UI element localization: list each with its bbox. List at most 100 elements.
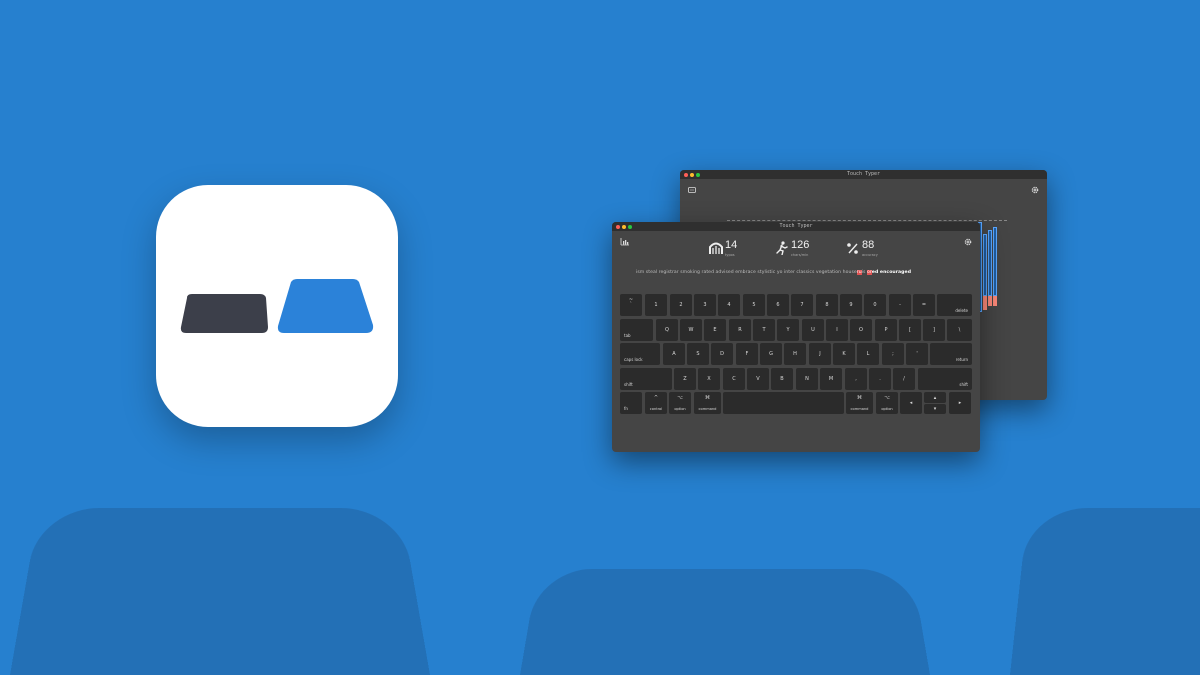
key-label: . <box>879 376 881 382</box>
key[interactable]: D <box>711 343 733 365</box>
key-label: D <box>720 351 724 357</box>
chart-bars <box>978 220 1008 315</box>
key[interactable]: , <box>845 368 867 390</box>
key-label: 9 <box>849 302 853 308</box>
key[interactable]: O <box>850 319 872 341</box>
key[interactable]: W <box>680 319 702 341</box>
background-shape-center <box>520 568 930 675</box>
key-label: ; <box>892 351 894 357</box>
key[interactable]: = <box>913 294 935 316</box>
gear-icon[interactable] <box>964 238 972 246</box>
key[interactable]: K <box>833 343 855 365</box>
key[interactable]: return <box>930 343 972 365</box>
key[interactable]: 4 <box>718 294 740 316</box>
key[interactable]: B <box>771 368 793 390</box>
key-label: ' <box>916 351 918 357</box>
key[interactable] <box>723 392 844 414</box>
key[interactable]: 7 <box>791 294 813 316</box>
key[interactable]: 8 <box>816 294 838 316</box>
key[interactable]: A <box>663 343 685 365</box>
key-label: 7 <box>800 302 804 308</box>
typos-label: typos <box>725 253 735 257</box>
key[interactable]: H <box>784 343 806 365</box>
key[interactable]: ] <box>923 319 945 341</box>
key[interactable]: tab <box>620 319 653 341</box>
gear-icon[interactable] <box>1031 186 1039 194</box>
key[interactable]: 1 <box>645 294 667 316</box>
key[interactable]: U <box>802 319 824 341</box>
key[interactable]: ^ control <box>645 392 667 414</box>
typos-icon <box>709 242 723 254</box>
key[interactable]: 9 <box>840 294 862 316</box>
key-label: P <box>884 327 888 333</box>
key[interactable]: Z <box>674 368 696 390</box>
key[interactable]: ⌘ command <box>694 392 721 414</box>
key[interactable]: G <box>760 343 782 365</box>
key[interactable]: ▾ <box>924 404 946 414</box>
key-label: N <box>805 376 809 382</box>
key[interactable]: ⌥ option <box>669 392 691 414</box>
key-label: 0 <box>873 302 877 308</box>
key[interactable]: 3 <box>694 294 716 316</box>
key[interactable]: ' <box>906 343 928 365</box>
key[interactable]: X <box>698 368 720 390</box>
keyboard-icon[interactable] <box>688 187 696 193</box>
key-label: - <box>899 302 901 308</box>
key-label: A <box>672 351 676 357</box>
key[interactable]: M <box>820 368 842 390</box>
key[interactable]: \ <box>947 319 972 341</box>
key[interactable]: / <box>893 368 915 390</box>
key[interactable]: ▸ <box>949 392 971 414</box>
key[interactable]: C <box>723 368 745 390</box>
key[interactable]: [ <box>899 319 921 341</box>
background-shape-right <box>1010 507 1200 675</box>
key[interactable]: ◂ <box>900 392 922 414</box>
key[interactable]: J <box>809 343 831 365</box>
key[interactable]: 6 <box>767 294 789 316</box>
key-label: , <box>855 376 857 382</box>
key[interactable]: 0 <box>864 294 886 316</box>
upcoming-words: ed encouraged <box>871 270 912 275</box>
key-label: ▸ <box>958 400 962 406</box>
key-label: J <box>819 351 821 357</box>
key[interactable]: F <box>736 343 758 365</box>
key[interactable]: L <box>857 343 879 365</box>
key[interactable]: ~ ` <box>620 294 642 316</box>
key[interactable]: I <box>826 319 848 341</box>
key[interactable]: Q <box>656 319 678 341</box>
key[interactable]: delete <box>937 294 972 316</box>
speed-value: 126 <box>791 239 810 251</box>
key[interactable]: fn <box>620 392 642 414</box>
key[interactable]: V <box>747 368 769 390</box>
chart-bar-error <box>988 296 992 306</box>
key[interactable]: ⌥ option <box>876 392 898 414</box>
key-label: ◂ <box>909 400 913 406</box>
key[interactable]: P <box>875 319 897 341</box>
key[interactable]: T <box>753 319 775 341</box>
key[interactable]: ; <box>882 343 904 365</box>
chart-icon[interactable] <box>620 238 629 246</box>
key[interactable]: ▴ <box>924 392 946 403</box>
key-label: T <box>762 327 766 333</box>
key[interactable]: shift <box>918 368 972 390</box>
key-label: tab <box>624 333 631 338</box>
key-label: 5 <box>752 302 756 308</box>
key[interactable]: caps lock <box>620 343 660 365</box>
key[interactable]: - <box>889 294 911 316</box>
key[interactable]: ⌘ command <box>846 392 873 414</box>
key[interactable]: 2 <box>670 294 692 316</box>
key[interactable]: 5 <box>743 294 765 316</box>
key[interactable]: N <box>796 368 818 390</box>
key[interactable]: shift <box>620 368 672 390</box>
key-label: ⌘ <box>857 395 862 401</box>
key[interactable]: Y <box>777 319 799 341</box>
key[interactable]: E <box>704 319 726 341</box>
key-label: Y <box>786 327 790 333</box>
chart-bar <box>993 227 997 296</box>
key-label: control <box>649 407 663 411</box>
key[interactable]: R <box>729 319 751 341</box>
key-label: 3 <box>703 302 707 308</box>
window-titlebar: Touch Typer <box>612 222 980 231</box>
key[interactable]: . <box>869 368 891 390</box>
key[interactable]: S <box>687 343 709 365</box>
